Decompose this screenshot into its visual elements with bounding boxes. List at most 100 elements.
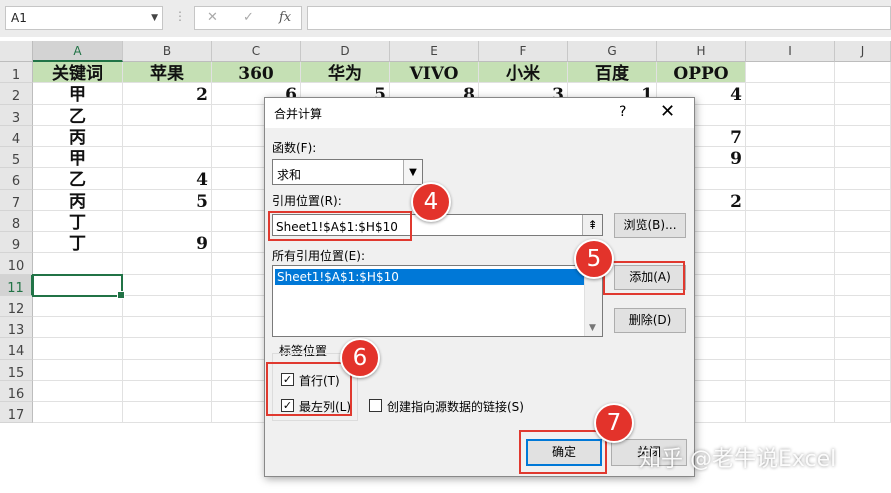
cell-A1[interactable]: 关键词 <box>33 62 123 84</box>
cell-J8[interactable] <box>835 210 891 232</box>
cell-J12[interactable] <box>835 295 891 317</box>
cell-B14[interactable] <box>123 338 212 360</box>
cell-J11[interactable] <box>835 274 891 296</box>
row-header[interactable]: 17 <box>0 402 33 424</box>
cell-I15[interactable] <box>746 359 835 381</box>
row-header[interactable]: 3 <box>0 104 33 126</box>
column-header[interactable]: F <box>479 41 568 62</box>
chevron-down-icon[interactable]: ▼ <box>151 7 158 29</box>
column-header[interactable]: E <box>390 41 479 62</box>
formula-input[interactable] <box>307 6 891 30</box>
row-header[interactable]: 2 <box>0 83 33 105</box>
column-header[interactable]: I <box>746 41 835 62</box>
cell-A16[interactable] <box>33 380 123 402</box>
row-header[interactable]: 7 <box>0 189 33 211</box>
create-links-checkbox[interactable] <box>369 399 382 412</box>
cell-A7[interactable]: 丙 <box>33 189 123 211</box>
cell-E1[interactable]: VIVO <box>390 62 479 84</box>
cell-A10[interactable] <box>33 253 123 275</box>
cell-J10[interactable] <box>835 253 891 275</box>
row-header[interactable]: 9 <box>0 232 33 254</box>
cell-B3[interactable] <box>123 104 212 126</box>
cell-I14[interactable] <box>746 338 835 360</box>
chevron-down-icon[interactable]: ▼ <box>403 160 422 184</box>
name-box[interactable]: A1 ▼ <box>5 6 163 30</box>
cell-B2[interactable]: 2 <box>123 83 212 105</box>
row-header[interactable]: 13 <box>0 317 33 339</box>
cell-J2[interactable] <box>835 83 891 105</box>
row-header[interactable]: 15 <box>0 359 33 381</box>
cell-I11[interactable] <box>746 274 835 296</box>
all-references-list[interactable]: Sheet1!$A$1:$H$10 ▲ ▼ <box>272 265 603 337</box>
cancel-icon[interactable]: ✕ <box>207 10 218 25</box>
row-header[interactable]: 11 <box>0 274 33 296</box>
browse-button[interactable]: 浏览(B)... <box>614 213 686 238</box>
cell-F1[interactable]: 小米 <box>479 62 568 84</box>
row-header[interactable]: 14 <box>0 338 33 360</box>
cell-A12[interactable] <box>33 295 123 317</box>
delete-button[interactable]: 删除(D) <box>614 308 686 333</box>
cell-B11[interactable] <box>123 274 212 296</box>
row-header[interactable]: 1 <box>0 62 33 84</box>
cell-B8[interactable] <box>123 210 212 232</box>
cell-J9[interactable] <box>835 232 891 254</box>
cell-I1[interactable] <box>746 62 835 84</box>
cell-J5[interactable] <box>835 147 891 169</box>
cell-J4[interactable] <box>835 125 891 147</box>
cell-I10[interactable] <box>746 253 835 275</box>
cell-D1[interactable]: 华为 <box>301 62 390 84</box>
cell-I2[interactable] <box>746 83 835 105</box>
column-header[interactable]: A <box>33 41 123 62</box>
fx-icon[interactable]: fx <box>279 10 291 25</box>
cell-I12[interactable] <box>746 295 835 317</box>
cell-I17[interactable] <box>746 402 835 424</box>
cell-A8[interactable]: 丁 <box>33 210 123 232</box>
column-header[interactable]: B <box>123 41 212 62</box>
cell-B1[interactable]: 苹果 <box>123 62 212 84</box>
cell-A9[interactable]: 丁 <box>33 232 123 254</box>
cell-A6[interactable]: 乙 <box>33 168 123 190</box>
cell-B9[interactable]: 9 <box>123 232 212 254</box>
cell-I5[interactable] <box>746 147 835 169</box>
select-all-corner[interactable] <box>0 41 33 62</box>
cell-B7[interactable]: 5 <box>123 189 212 211</box>
cell-I3[interactable] <box>746 104 835 126</box>
cell-A4[interactable]: 丙 <box>33 125 123 147</box>
fill-handle[interactable] <box>117 290 125 299</box>
row-header[interactable]: 5 <box>0 147 33 169</box>
row-header[interactable]: 6 <box>0 168 33 190</box>
cell-B6[interactable]: 4 <box>123 168 212 190</box>
cell-J15[interactable] <box>835 359 891 381</box>
cell-J3[interactable] <box>835 104 891 126</box>
cell-B10[interactable] <box>123 253 212 275</box>
cell-I8[interactable] <box>746 210 835 232</box>
chevron-down-icon[interactable]: ▼ <box>589 323 596 333</box>
cell-J13[interactable] <box>835 317 891 339</box>
row-header[interactable]: 16 <box>0 380 33 402</box>
help-icon[interactable]: ? <box>619 104 626 120</box>
cell-H1[interactable]: OPPO <box>657 62 746 84</box>
cell-I13[interactable] <box>746 317 835 339</box>
column-header[interactable]: C <box>212 41 301 62</box>
cell-J7[interactable] <box>835 189 891 211</box>
collapse-dialog-icon[interactable]: ⇞ <box>582 215 602 235</box>
column-header[interactable]: D <box>301 41 390 62</box>
row-header[interactable]: 10 <box>0 253 33 275</box>
cell-J17[interactable] <box>835 402 891 424</box>
cell-A15[interactable] <box>33 359 123 381</box>
cell-I7[interactable] <box>746 189 835 211</box>
cell-J16[interactable] <box>835 380 891 402</box>
cell-J6[interactable] <box>835 168 891 190</box>
column-header[interactable]: J <box>835 41 891 62</box>
cell-A2[interactable]: 甲 <box>33 83 123 105</box>
cell-B5[interactable] <box>123 147 212 169</box>
cell-B13[interactable] <box>123 317 212 339</box>
cell-C1[interactable]: 360 <box>212 62 301 84</box>
cell-J1[interactable] <box>835 62 891 84</box>
cell-A3[interactable]: 乙 <box>33 104 123 126</box>
cell-B15[interactable] <box>123 359 212 381</box>
enter-icon[interactable]: ✓ <box>243 10 254 25</box>
cell-I16[interactable] <box>746 380 835 402</box>
cell-I4[interactable] <box>746 125 835 147</box>
column-header[interactable]: G <box>568 41 657 62</box>
